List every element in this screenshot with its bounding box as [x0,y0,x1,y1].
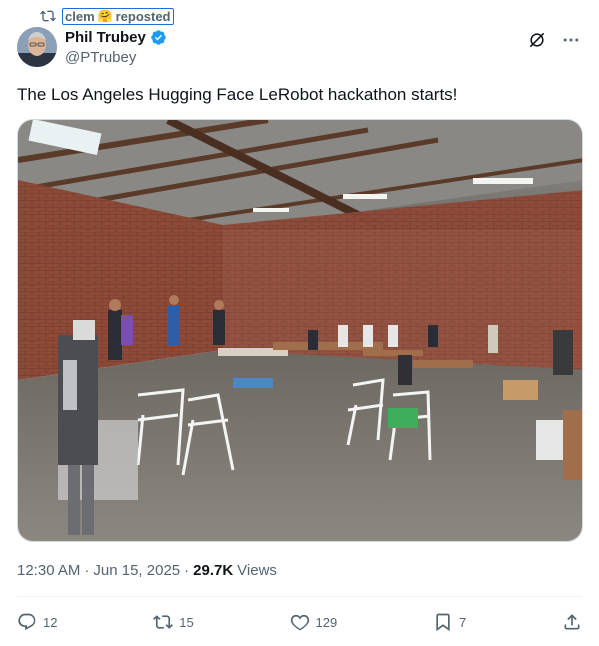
meta-separator: · [184,562,190,579]
tweet-top-actions [527,30,581,50]
tweet-date[interactable]: Jun 15, 2025 [93,562,180,579]
avatar[interactable] [17,27,57,67]
like-icon [290,614,309,631]
views-label: Views [237,562,277,579]
hackathon-photo [18,120,582,541]
tweet-photo[interactable] [17,119,583,542]
repost-icon [153,615,174,629]
author-handle[interactable]: @PTrubey [65,49,167,66]
views-count[interactable]: 29.7K [193,562,233,579]
divider [17,596,582,597]
bookmark-icon [436,613,450,632]
author-name[interactable]: Phil Trubey [65,29,146,46]
tweet-text: The Los Angeles Hugging Face LeRobot hac… [17,85,458,104]
reply-count: 12 [43,614,58,630]
bookmark-button[interactable]: 7 [433,612,466,632]
author-block[interactable]: Phil Trubey @PTrubey [65,29,167,66]
repost-user: clem [65,8,95,24]
like-count: 129 [315,614,338,630]
bookmark-count: 7 [458,614,467,630]
hugging-face-emoji: 🤗 [97,8,113,23]
like-button[interactable]: 129 [290,612,338,632]
repost-icon [40,10,56,22]
meta-separator: · [84,562,90,579]
avatar-image [17,27,57,67]
more-icon-glyph [563,38,579,42]
more-icon[interactable] [561,30,581,50]
repost-count: 15 [179,614,194,630]
share-button[interactable] [562,612,582,632]
tweet-time[interactable]: 12:30 AM [17,562,80,579]
repost-header[interactable]: clem 🤗 reposted [40,6,174,26]
grok-icon-glyph [529,32,545,48]
repost-button[interactable]: 15 [153,612,194,632]
verified-badge-icon[interactable] [150,29,167,46]
repost-action: reposted [115,8,171,24]
share-icon [564,614,580,630]
repost-label[interactable]: clem 🤗 reposted [62,7,174,25]
grok-icon[interactable] [527,30,547,50]
tweet-actions: 12 15 129 7 [17,608,582,636]
reply-icon [18,613,36,631]
reply-button[interactable]: 12 [17,612,57,632]
tweet-meta: 12:30 AM · Jun 15, 2025 · 29.7K Views [17,562,277,579]
